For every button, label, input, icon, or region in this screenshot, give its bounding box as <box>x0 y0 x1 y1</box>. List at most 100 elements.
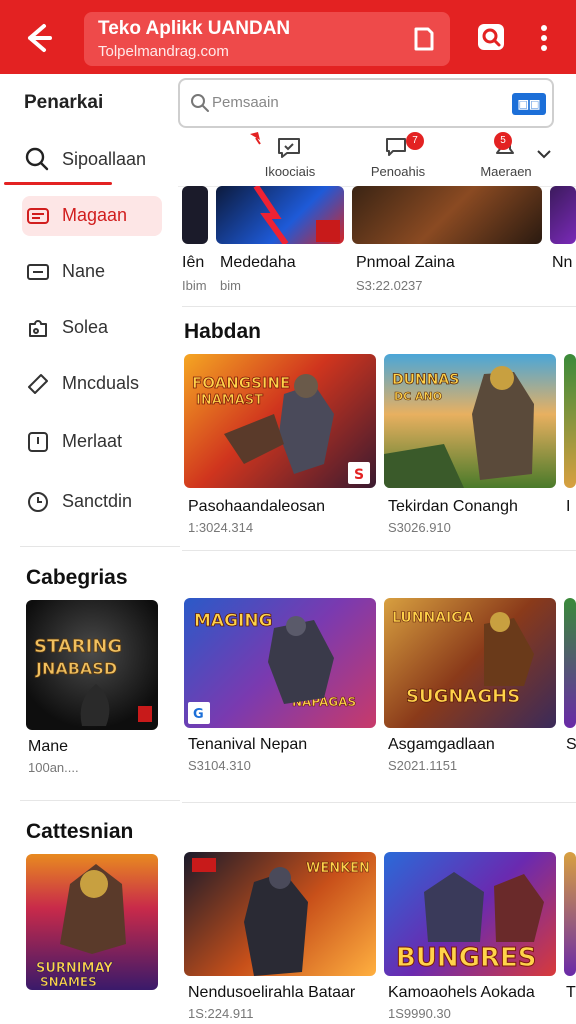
game-thumbnail <box>564 354 576 488</box>
game-name: Kamoaohels Aokada <box>388 984 535 1001</box>
section-title: Cabegrias <box>26 566 128 589</box>
sidebar-item-label: Sanctdin <box>62 491 133 511</box>
sidebar-item-label: Magaan <box>62 205 128 225</box>
game-name: Nendusoelirahla Bataar <box>188 984 356 1001</box>
svg-text:LUNNAIGA: LUNNAIGA <box>392 610 474 626</box>
sidebar-item-label: Merlaat <box>62 431 123 451</box>
game-size: S3026.910 <box>388 520 451 535</box>
chat-icon <box>278 138 300 158</box>
scan-icon[interactable]: ▣▣ <box>512 93 546 115</box>
more-options-button[interactable] <box>534 22 554 54</box>
chevron-down-icon[interactable] <box>536 146 552 162</box>
game-size: 1S9990.30 <box>388 1006 451 1021</box>
sidebar-item-mncduals[interactable]: Mncduals <box>0 364 178 404</box>
svg-text:MAGING: MAGING <box>194 611 273 631</box>
game-name: Nn <box>552 254 573 271</box>
game-thumbnail <box>182 186 208 244</box>
game-size: bim <box>220 278 241 293</box>
svg-text:DC ANO: DC ANO <box>394 390 442 403</box>
sidebar-item-label: Nane <box>62 261 106 281</box>
game-size: 1S:224.911 <box>188 1006 254 1021</box>
sidebar-item-magaan[interactable]: Magaan <box>0 196 178 236</box>
game-name: Iên <box>182 254 205 271</box>
sidebar-search-label: Sipoallaan <box>62 149 147 169</box>
game-name: Pasohaandaleosan <box>188 498 326 515</box>
search-icon <box>25 147 49 171</box>
game-thumbnail <box>216 186 344 244</box>
clock-icon <box>28 492 48 512</box>
game-size: S3:22.0237 <box>356 278 423 293</box>
active-underline <box>4 182 112 185</box>
row-divider <box>182 802 576 803</box>
game-name: Mededaha <box>220 254 296 271</box>
svg-text:SNAMES: SNAMES <box>40 975 97 989</box>
title-box[interactable]: Teko Aplikk UANDAN Tolpelmandrag.com <box>84 12 450 66</box>
sidebar-item-sanctdin[interactable]: Sanctdin <box>0 482 178 522</box>
game-thumbnail <box>550 186 576 244</box>
back-button[interactable] <box>18 18 58 58</box>
game-thumbnail: DUNNAS DC ANO <box>384 354 556 488</box>
game-name: Asgamgadlaan <box>388 736 495 753</box>
game-name: I <box>566 498 571 515</box>
wallet-icon <box>27 208 49 224</box>
game-size: S2021.1151 <box>388 758 458 773</box>
game-thumbnail: WENKEN <box>184 852 376 976</box>
svg-text:G: G <box>193 707 204 722</box>
game-thumbnail <box>352 186 542 244</box>
game-name: Tenanival Nepan <box>188 736 308 753</box>
search-icon <box>191 94 209 112</box>
svg-text:BUNGRES: BUNGRES <box>396 943 537 973</box>
tab-label: Ikoociais <box>264 164 316 179</box>
tag-icon <box>27 264 49 280</box>
sidebar-item-label: Mncduals <box>62 373 140 393</box>
header-search-button[interactable] <box>474 20 510 56</box>
svg-text:FOANGSINE: FOANGSINE <box>192 374 290 392</box>
page-subtitle: Tolpelmandrag.com <box>98 43 229 60</box>
bookmark-icon <box>414 27 434 51</box>
game-thumbnail: SURNIMAY SNAMES <box>26 854 158 990</box>
svg-text:Ѕ: Ѕ <box>354 467 364 483</box>
svg-text:JNABASD: JNABASD <box>35 659 117 678</box>
arrow-left-icon <box>28 24 52 52</box>
game-thumbnail <box>564 852 576 976</box>
pin-icon <box>250 132 261 145</box>
section-title: Habdan <box>184 320 262 343</box>
notification-badge: 7 <box>406 132 424 150</box>
game-thumbnail: BUNGRES <box>384 852 556 976</box>
bookmark-button[interactable] <box>410 25 438 53</box>
puzzle-icon <box>29 320 47 337</box>
tab-ikoociais[interactable]: Ikoociais <box>240 130 330 186</box>
sidebar-item-merlaat[interactable]: Merlaat <box>0 422 178 462</box>
game-name: Tekirdan Conangh <box>388 498 518 515</box>
tab-maeraen[interactable]: 5 Maeraen <box>456 130 546 186</box>
tag-diagonal-icon <box>28 374 48 394</box>
more-vertical-icon <box>541 25 547 51</box>
search-placeholder: Pemsaain <box>212 94 279 111</box>
row-divider <box>182 306 576 307</box>
svg-text:WENKEN: WENKEN <box>306 861 370 876</box>
svg-text:SUGNAGHS: SUGNAGHS <box>406 686 520 707</box>
tab-penoahis[interactable]: 7 Penoahis <box>348 130 438 186</box>
game-size: 1:3024.314 <box>188 520 254 535</box>
svg-text:INAMAST: INAMAST <box>196 393 263 408</box>
row-divider <box>20 800 180 801</box>
sidebar-item-nane[interactable]: Nane <box>0 252 178 292</box>
sidebar-item-solea[interactable]: Solea <box>0 308 178 348</box>
svg-text:SURNIMAY: SURNIMAY <box>36 961 113 976</box>
tab-label: Penoahis <box>370 164 426 179</box>
game-name: S <box>566 736 576 753</box>
game-thumbnail: STARING JNABASD <box>26 600 158 730</box>
search-input[interactable]: Pemsaain ▣▣ <box>178 78 554 128</box>
page-title: Teko Aplikk UANDAN <box>98 18 291 39</box>
game-thumbnail: FOANGSINE INAMAST Ѕ <box>184 354 376 488</box>
tab-label: Maeraen <box>480 164 532 179</box>
sidebar-heading: Penarkai <box>24 92 104 113</box>
square-icon <box>28 432 48 452</box>
game-thumbnail <box>564 598 576 728</box>
top-tabs: Ikoociais 7 Penoahis 5 Maeraen <box>240 130 570 186</box>
svg-text:DUNNAS: DUNNAS <box>392 372 459 388</box>
game-thumbnail: MAGING NAPAGAS G <box>184 598 376 728</box>
section-title: Cattesnian <box>26 820 134 843</box>
row-divider <box>182 550 576 551</box>
sidebar-search-item[interactable]: Sipoallaan <box>0 138 170 186</box>
